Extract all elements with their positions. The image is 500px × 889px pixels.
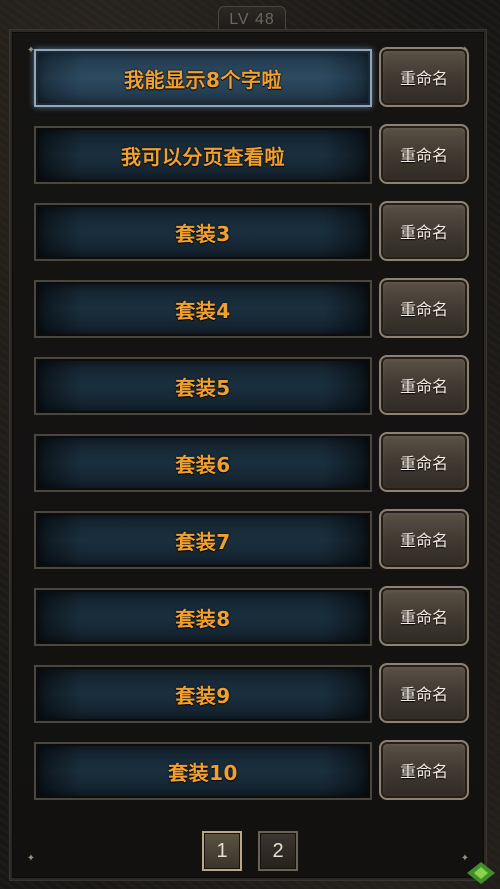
rename-button-6[interactable]: 重命名	[379, 432, 469, 492]
rename-button-8[interactable]: 重命名	[379, 586, 469, 646]
outfit-slot-4[interactable]: 套装4	[34, 280, 372, 338]
outfit-row: 套装5 重命名	[34, 355, 472, 417]
outfit-slot-3[interactable]: 套装3	[34, 203, 372, 261]
rename-button-label: 重命名	[399, 454, 448, 473]
rename-button-label: 重命名	[399, 762, 448, 781]
outfit-slot-5[interactable]: 套装5	[34, 357, 372, 415]
outfit-slot-label: 套装7	[175, 529, 231, 554]
outfit-row: 套装6 重命名	[34, 432, 472, 494]
outfit-slot-6[interactable]: 套装6	[34, 434, 372, 492]
outfit-row: 我能显示8个字啦 重命名	[34, 47, 472, 109]
outfit-slot-9[interactable]: 套装9	[34, 665, 372, 723]
rename-button-label: 重命名	[399, 223, 448, 242]
outfit-slot-label: 套装4	[175, 298, 231, 323]
page-button-1[interactable]: 1	[202, 831, 242, 871]
rename-button-label: 重命名	[399, 685, 448, 704]
rename-button-label: 重命名	[399, 531, 448, 550]
rename-button-3[interactable]: 重命名	[379, 201, 469, 261]
rename-button-9[interactable]: 重命名	[379, 663, 469, 723]
rename-button-4[interactable]: 重命名	[379, 278, 469, 338]
outfit-slot-label: 我可以分页查看啦	[121, 144, 285, 169]
outfit-slot-2[interactable]: 我可以分页查看啦	[34, 126, 372, 184]
outfit-slot-1[interactable]: 我能显示8个字啦	[34, 49, 372, 107]
outfit-slot-label: 套装6	[175, 452, 231, 477]
outfit-row: 套装8 重命名	[34, 586, 472, 648]
rename-button-10[interactable]: 重命名	[379, 740, 469, 800]
outfit-slot-10[interactable]: 套装10	[34, 742, 372, 800]
rename-button-2[interactable]: 重命名	[379, 124, 469, 184]
outfit-slot-label: 套装9	[175, 683, 231, 708]
outfit-slot-label: 套装5	[175, 375, 231, 400]
outfit-row: 套装9 重命名	[34, 663, 472, 725]
corner-ornament-icon: ✦	[26, 853, 36, 864]
rename-button-7[interactable]: 重命名	[379, 509, 469, 569]
outfit-slot-label: 套装8	[175, 606, 231, 631]
watermark-logo-icon	[467, 862, 495, 884]
outfit-row: 套装3 重命名	[34, 201, 472, 263]
outfit-slot-label: 我能显示8个字啦	[124, 67, 282, 92]
outfit-row: 我可以分页查看啦 重命名	[34, 124, 472, 186]
outfit-row: 套装10 重命名	[34, 740, 472, 802]
rename-button-label: 重命名	[399, 377, 448, 396]
page-button-2[interactable]: 2	[258, 831, 298, 871]
outfit-slot-7[interactable]: 套装7	[34, 511, 372, 569]
rename-button-label: 重命名	[399, 608, 448, 627]
outfit-row: 套装4 重命名	[34, 278, 472, 340]
outfit-slot-8[interactable]: 套装8	[34, 588, 372, 646]
rename-button-5[interactable]: 重命名	[379, 355, 469, 415]
outfit-row: 套装7 重命名	[34, 509, 472, 571]
rename-button-1[interactable]: 重命名	[379, 47, 469, 107]
rename-button-label: 重命名	[399, 146, 448, 165]
outfit-slot-label: 套装3	[175, 221, 231, 246]
outfit-slot-label: 套装10	[168, 760, 238, 785]
rename-button-label: 重命名	[399, 69, 448, 88]
rename-button-label: 重命名	[399, 300, 448, 319]
